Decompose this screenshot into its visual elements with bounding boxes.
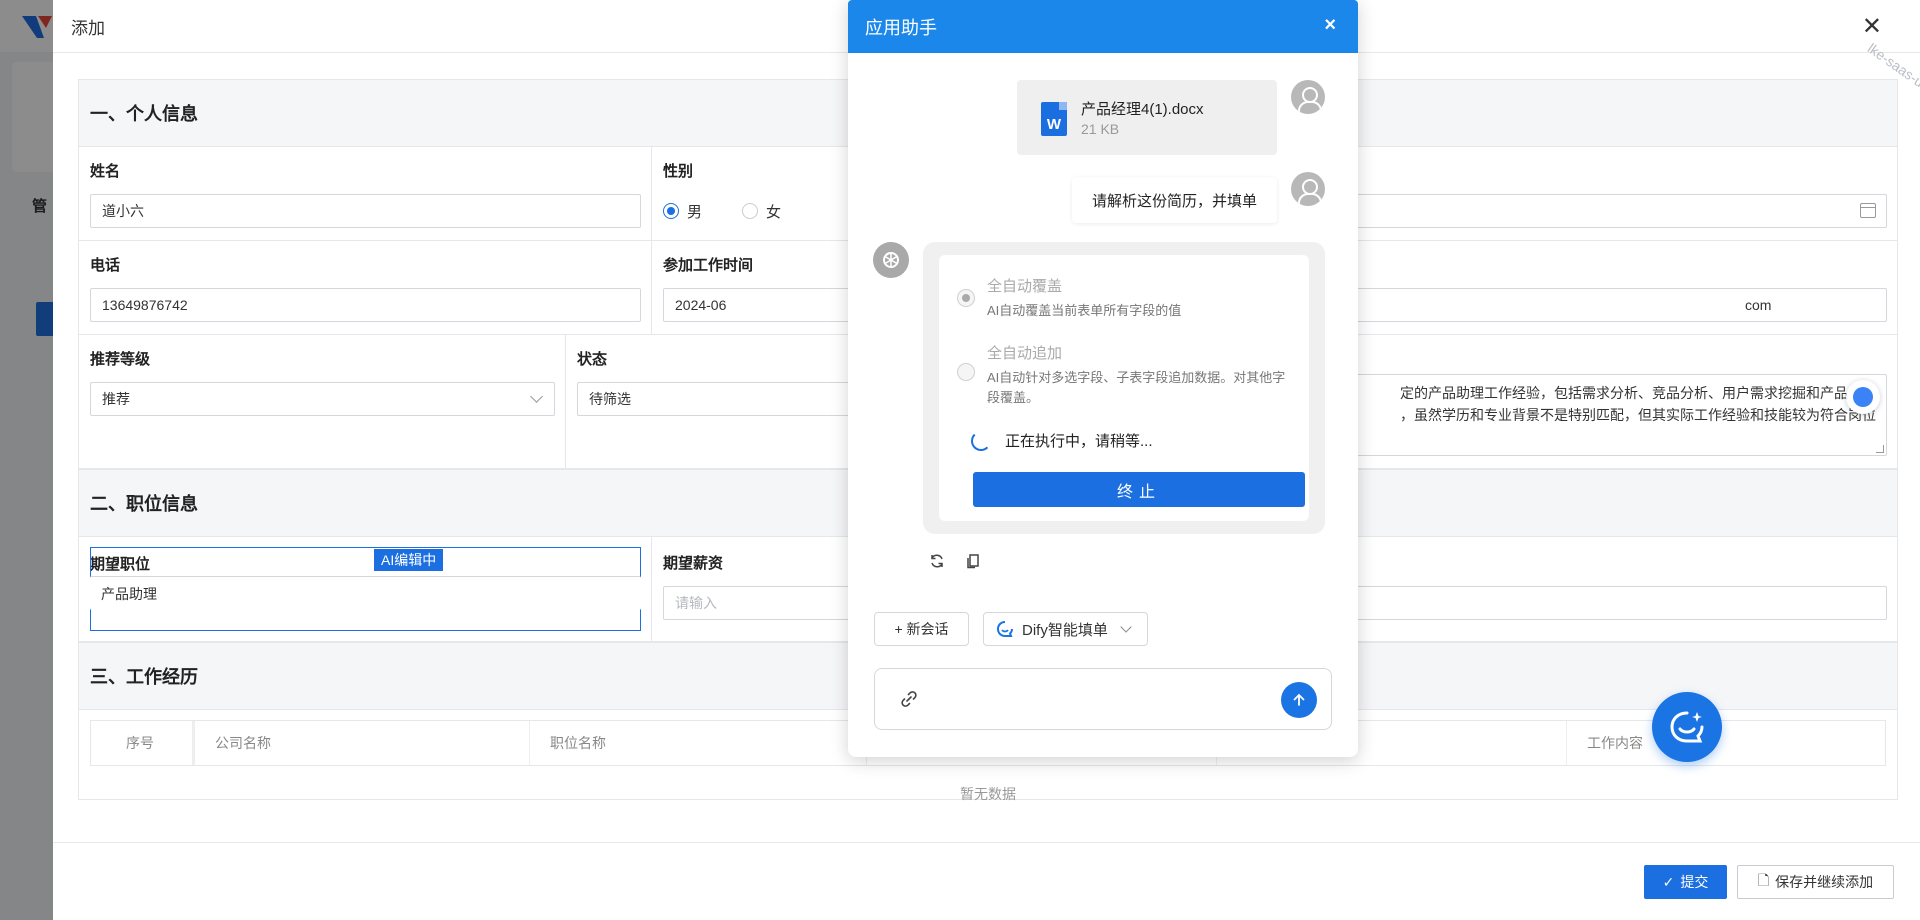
radio-unchecked-icon	[742, 203, 759, 219]
assist-bubble-icon	[1853, 387, 1873, 407]
drawer-footer: ✓ 提交 🗋 保存并继续添加	[53, 842, 1920, 920]
calendar-icon	[1860, 203, 1876, 218]
refresh-icon[interactable]	[928, 552, 946, 570]
ai-editing-frame: 期望职位 AI编辑中 产品助理	[90, 547, 641, 631]
name-input[interactable]: 道小六	[90, 194, 641, 228]
send-button[interactable]	[1281, 682, 1317, 718]
option-append[interactable]: 全自动追加 AI自动针对多选字段、子表字段追加数据。对其他字段覆盖。	[987, 342, 1287, 408]
assistant-panel: 应用助手 × W 产品经理4(1).docx 21 KB 请解析这份简历，并填单…	[848, 0, 1358, 757]
radio-checked-icon	[663, 203, 679, 219]
new-chat-button[interactable]: + 新会话	[874, 612, 969, 646]
close-icon[interactable]: ✕	[1862, 12, 1882, 41]
field-level: 推荐等级 推荐	[79, 335, 566, 468]
field-expected-position: 期望职位 AI编辑中 产品助理	[79, 537, 652, 641]
file-message[interactable]: W 产品经理4(1).docx 21 KB	[1017, 80, 1277, 155]
submit-button[interactable]: ✓ 提交	[1644, 865, 1727, 899]
ai-assistant-fab[interactable]	[1652, 692, 1722, 762]
option-title: 全自动覆盖	[987, 278, 1063, 295]
level-select[interactable]: 推荐	[90, 382, 555, 416]
dify-icon	[996, 621, 1013, 637]
file-size: 21 KB	[1081, 121, 1120, 137]
close-icon[interactable]: ×	[1324, 14, 1336, 37]
user-avatar	[1291, 172, 1325, 206]
bot-message: 全自动覆盖 AI自动覆盖当前表单所有字段的值 全自动追加 AI自动针对多选字段、…	[923, 242, 1325, 534]
chevron-down-icon	[1120, 621, 1132, 633]
chevron-down-icon	[530, 390, 543, 403]
field-phone: 电话 13649876742	[79, 241, 652, 334]
floating-assist-button[interactable]	[1846, 380, 1880, 414]
option-desc: AI自动针对多选字段、子表字段追加数据。对其他字段覆盖。	[987, 370, 1286, 405]
field-label: 姓名	[90, 163, 121, 180]
user-message: 请解析这份简历，并填单	[1072, 177, 1277, 223]
link-icon[interactable]	[899, 689, 919, 709]
gender-radio-male[interactable]: 男	[663, 201, 702, 222]
drawer-title: 添加	[71, 18, 105, 38]
column-header: 序号	[91, 721, 195, 765]
field-label: 推荐等级	[90, 351, 151, 368]
document-icon: 🗋	[1757, 872, 1770, 888]
radio-label: 男	[687, 203, 703, 221]
running-text: 正在执行中，请稍等...	[1005, 433, 1153, 450]
arrow-up-icon	[1293, 693, 1305, 706]
openai-icon	[883, 252, 899, 268]
running-status: 正在执行中，请稍等...	[971, 430, 1153, 451]
copy-icon[interactable]	[964, 552, 982, 570]
word-file-icon: W	[1041, 102, 1067, 136]
column-header: 工作内容	[1587, 735, 1643, 751]
assistant-header: 应用助手 ×	[848, 0, 1358, 53]
phone-input[interactable]: 13649876742	[90, 288, 641, 322]
option-overwrite[interactable]: 全自动覆盖 AI自动覆盖当前表单所有字段的值	[987, 275, 1181, 321]
bot-avatar	[873, 242, 909, 278]
empty-text: 暂无数据	[960, 786, 1016, 802]
dify-select[interactable]: Dify智能填单	[983, 612, 1148, 646]
message-actions	[928, 552, 982, 570]
option-title: 全自动追加	[987, 345, 1063, 362]
field-label: 电话	[90, 257, 121, 274]
ai-editing-badge: AI编辑中	[374, 549, 444, 571]
email-value-tail: com	[1745, 297, 1772, 313]
radio-unchecked-icon[interactable]	[957, 363, 975, 381]
radio-label: 女	[766, 203, 782, 221]
save-continue-button[interactable]: 🗋 保存并继续添加	[1737, 865, 1894, 899]
column-header: 公司名称	[195, 721, 530, 765]
assistant-title: 应用助手	[865, 17, 937, 38]
stop-button[interactable]: 终止	[973, 472, 1305, 507]
expected-position-input[interactable]: 产品助理	[90, 576, 641, 610]
column-header: 职位名称	[530, 721, 867, 765]
user-avatar	[1291, 80, 1325, 114]
option-desc: AI自动覆盖当前表单所有字段的值	[987, 303, 1182, 318]
radio-checked-icon[interactable]	[957, 289, 975, 307]
field-label: 期望职位	[90, 556, 151, 573]
gender-radio-female[interactable]: 女	[742, 201, 781, 222]
evaluation-line: ，虽然学历和专业背景不是特别匹配，但其实际工作经验和技能较为符合岗位	[1400, 407, 1876, 423]
select-value: 推荐	[102, 391, 130, 407]
dify-select-label: Dify智能填单	[1022, 621, 1108, 639]
fill-mode-card: 全自动覆盖 AI自动覆盖当前表单所有字段的值 全自动追加 AI自动针对多选字段、…	[939, 255, 1309, 521]
save-continue-label: 保存并继续添加	[1775, 874, 1874, 890]
chat-input[interactable]	[874, 668, 1332, 730]
loading-spinner-icon	[971, 430, 991, 451]
field-name: 姓名 道小六	[79, 147, 652, 240]
submit-label: 提交	[1680, 874, 1709, 890]
evaluation-line: 定的产品助理工作经验，包括需求分析、竞品分析、用户需求挖掘和产品优化	[1400, 385, 1876, 401]
file-name: 产品经理4(1).docx	[1081, 101, 1204, 118]
check-icon: ✓	[1662, 873, 1675, 890]
resize-handle[interactable]	[1876, 445, 1884, 453]
ai-chat-icon	[1670, 711, 1704, 743]
